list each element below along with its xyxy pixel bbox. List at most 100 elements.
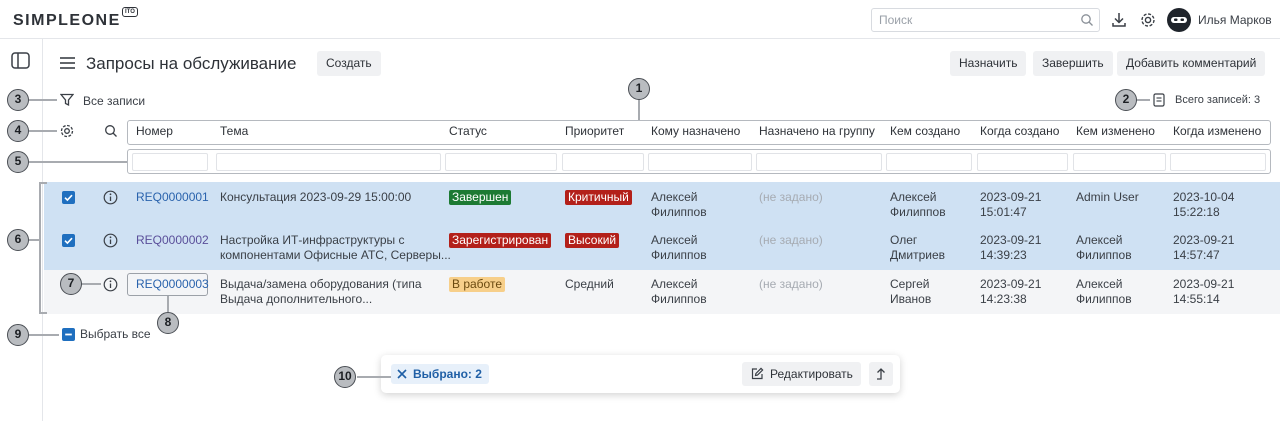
- status-badge: Завершен: [449, 190, 512, 205]
- created-by-cell: Сергей Иванов: [890, 277, 932, 306]
- search-icon[interactable]: [1080, 13, 1094, 27]
- callout-line: [29, 130, 57, 132]
- filter-label[interactable]: Все записи: [83, 94, 145, 108]
- request-number-link[interactable]: REQ0000001: [136, 190, 209, 205]
- callout-line: [357, 376, 391, 378]
- sidebar-toggle-icon[interactable]: [11, 52, 30, 69]
- subject-cell: Консультация 2023-09-29 15:00:00: [220, 190, 412, 204]
- priority-badge: Высокий: [565, 233, 620, 248]
- assignee-cell: Алексей Филиппов: [651, 233, 707, 262]
- group-cell: (не задано): [759, 190, 823, 204]
- status-badge: В работе: [449, 277, 506, 292]
- filter-priority-input[interactable]: [562, 153, 644, 171]
- created-at-cell: 2023-09-21 15:01:47: [980, 190, 1042, 219]
- request-number-link[interactable]: REQ0000003: [136, 277, 209, 292]
- updated-by-cell: Admin User: [1076, 190, 1139, 204]
- create-button[interactable]: Создать: [317, 51, 381, 76]
- callout-line: [1136, 99, 1150, 101]
- logo-badge: ITO: [122, 7, 138, 17]
- updated-by-cell: Алексей Филиппов: [1076, 233, 1132, 262]
- priority-badge: Критичный: [565, 190, 632, 205]
- assignee-cell: Алексей Филиппов: [651, 190, 707, 219]
- callout-line: [638, 99, 640, 120]
- column-header-created-at[interactable]: Когда создано: [980, 124, 1059, 138]
- export-button[interactable]: [869, 362, 893, 386]
- column-header-status[interactable]: Статус: [449, 124, 487, 138]
- column-header-updated-by[interactable]: Кем изменено: [1076, 124, 1155, 138]
- filter-subject-input[interactable]: [216, 153, 441, 171]
- updated-at-cell: 2023-09-21 14:55:14: [1173, 277, 1235, 306]
- page-title: Запросы на обслуживание: [86, 54, 297, 73]
- row-checkbox[interactable]: [62, 191, 75, 204]
- column-header-assignee[interactable]: Кому назначено: [651, 124, 740, 138]
- created-at-cell: 2023-09-21 14:23:38: [980, 277, 1042, 306]
- callout-badge: 3: [7, 89, 29, 111]
- filter-updated-by-input[interactable]: [1073, 153, 1166, 171]
- updated-by-cell: Алексей Филиппов: [1076, 277, 1132, 306]
- total-records: Всего записей: 3: [1175, 94, 1261, 106]
- priority-cell: Средний: [565, 277, 614, 291]
- edit-icon[interactable]: [750, 367, 764, 381]
- created-by-cell: Алексей Филиппов: [890, 190, 946, 219]
- created-by-cell: Олег Дмитриев: [890, 233, 946, 262]
- column-search-icon[interactable]: [104, 124, 118, 138]
- records-count-icon: [1153, 93, 1165, 107]
- info-icon[interactable]: [103, 233, 118, 248]
- select-all-label[interactable]: Выбрать все: [80, 327, 151, 341]
- global-search-input[interactable]: [871, 8, 1100, 32]
- app-logo[interactable]: SIMPLEONE: [13, 12, 121, 30]
- subject-cell: Выдача/замена оборудования (типа Выдача д…: [220, 277, 422, 306]
- export-icon: [877, 368, 885, 380]
- column-header-subject[interactable]: Тема: [220, 124, 248, 138]
- column-header-priority[interactable]: Приоритет: [565, 124, 624, 138]
- column-header-created-by[interactable]: Кем создано: [890, 124, 960, 138]
- callout-line: [39, 182, 41, 314]
- select-all-checkbox[interactable]: [62, 328, 75, 341]
- gear-icon[interactable]: [1139, 11, 1157, 29]
- callout-line: [29, 239, 40, 241]
- group-cell: (не задано): [759, 233, 823, 247]
- add-comment-button[interactable]: Добавить комментарий: [1117, 51, 1266, 76]
- callout-line: [167, 296, 169, 312]
- callout-badge: 6: [7, 229, 29, 251]
- callout-badge: 7: [60, 273, 82, 295]
- callout-line: [29, 161, 127, 163]
- callout-line: [81, 283, 101, 285]
- callout-badge: 10: [334, 366, 356, 388]
- request-number-link[interactable]: REQ0000002: [136, 233, 209, 248]
- filter-group-input[interactable]: [756, 153, 882, 171]
- filter-icon[interactable]: [60, 93, 74, 107]
- filter-assignee-input[interactable]: [648, 153, 752, 171]
- list-settings-icon[interactable]: [59, 123, 75, 139]
- download-icon[interactable]: [1110, 11, 1128, 29]
- callout-badge: 1: [628, 78, 650, 100]
- complete-button[interactable]: Завершить: [1033, 51, 1113, 76]
- info-icon[interactable]: [103, 190, 118, 205]
- top-bar: SIMPLEONE ITO Илья Марков: [0, 0, 1280, 39]
- filter-created-by-input[interactable]: [886, 153, 972, 171]
- user-name[interactable]: Илья Марков: [1198, 13, 1272, 27]
- assign-button[interactable]: Назначить: [950, 51, 1027, 76]
- assignee-cell: Алексей Филиппов: [651, 277, 707, 306]
- callout-line: [29, 99, 57, 101]
- callout-badge: 2: [1115, 89, 1137, 111]
- info-icon[interactable]: [103, 277, 118, 292]
- filter-created-at-input[interactable]: [977, 153, 1068, 171]
- callout-badge: 8: [157, 312, 179, 334]
- filter-status-input[interactable]: [445, 153, 557, 171]
- row-checkbox[interactable]: [62, 234, 75, 247]
- column-header-updated-at[interactable]: Когда изменено: [1173, 124, 1261, 138]
- callout-line: [39, 182, 47, 184]
- close-icon[interactable]: [397, 369, 407, 379]
- group-cell: (не задано): [759, 277, 823, 291]
- subject-cell: Настройка ИТ-инфраструктуры с компонентам…: [220, 233, 451, 262]
- filter-number-input[interactable]: [132, 153, 208, 171]
- column-header-group[interactable]: Назначено на группу: [759, 124, 875, 138]
- menu-icon[interactable]: [60, 57, 75, 69]
- callout-badge: 9: [7, 324, 29, 346]
- created-at-cell: 2023-09-21 14:39:23: [980, 233, 1042, 262]
- column-header-number[interactable]: Номер: [136, 124, 173, 138]
- callout-line: [29, 334, 59, 336]
- filter-updated-at-input[interactable]: [1170, 153, 1266, 171]
- user-avatar[interactable]: [1167, 8, 1191, 32]
